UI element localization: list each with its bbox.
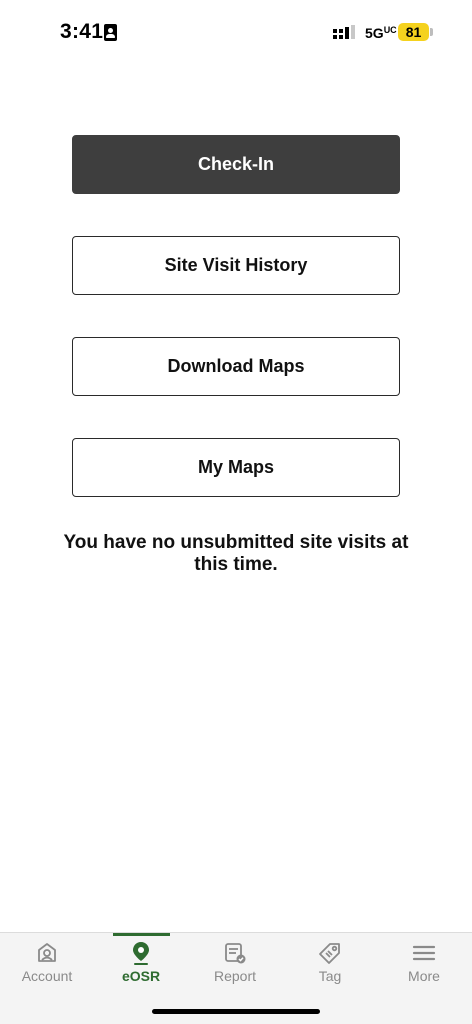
battery-level: 81 bbox=[405, 24, 422, 40]
home-indicator bbox=[152, 1009, 320, 1014]
site-visit-history-button[interactable]: Site Visit History bbox=[72, 236, 400, 295]
tab-eosr-label: eOSR bbox=[121, 968, 161, 984]
menu-icon bbox=[411, 940, 437, 966]
my-maps-button[interactable]: My Maps bbox=[72, 438, 400, 497]
tab-account[interactable]: Account bbox=[0, 933, 94, 993]
download-maps-button[interactable]: Download Maps bbox=[72, 337, 400, 396]
tab-more[interactable]: More bbox=[377, 933, 471, 993]
report-icon bbox=[222, 940, 248, 966]
tab-account-label: Account bbox=[21, 968, 73, 984]
check-in-button[interactable]: Check-In bbox=[72, 135, 400, 194]
tab-report[interactable]: Report bbox=[188, 933, 282, 993]
tab-tag[interactable]: Tag bbox=[283, 933, 377, 993]
network-type: 5GUC bbox=[365, 25, 397, 41]
cellular-signal-icon bbox=[333, 25, 355, 39]
tab-more-label: More bbox=[408, 968, 440, 984]
id-card-icon bbox=[104, 24, 117, 41]
map-pin-icon bbox=[128, 940, 154, 966]
battery-cap bbox=[430, 28, 433, 36]
tab-report-label: Report bbox=[213, 968, 257, 984]
empty-state-message: You have no unsubmitted site visits at t… bbox=[63, 532, 409, 575]
tab-eosr[interactable]: eOSR bbox=[94, 933, 188, 993]
tag-icon bbox=[317, 940, 343, 966]
tab-tag-label: Tag bbox=[318, 968, 342, 984]
status-time: 3:41 bbox=[60, 20, 104, 43]
battery-icon: 81 bbox=[398, 23, 429, 41]
account-icon bbox=[34, 940, 60, 966]
status-bar: 3:41 5GUC 81 bbox=[0, 0, 472, 60]
